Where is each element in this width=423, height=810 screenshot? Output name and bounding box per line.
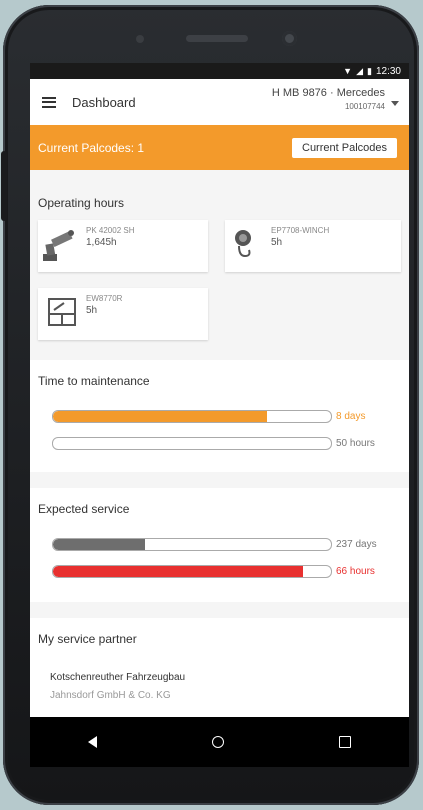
back-icon[interactable]	[87, 736, 97, 748]
device-hours: 5h	[271, 237, 283, 248]
proximity-sensor	[136, 35, 144, 43]
service-partner-name[interactable]: Kotschenreuther Fahrzeugbau	[50, 672, 185, 683]
device-card-winch[interactable]: EP7708-WINCH 5h	[225, 220, 401, 272]
device-card-control[interactable]: EW8770R 5h	[38, 288, 208, 340]
earpiece-speaker	[186, 35, 248, 42]
service-partner-company: Jahnsdorf GmbH & Co. KG	[50, 690, 171, 701]
vehicle-name: H MB 9876 · Mercedes	[271, 87, 385, 99]
device-hours: 1,645h	[86, 237, 117, 248]
winch-icon	[235, 230, 251, 258]
service-hours-fill	[53, 566, 304, 577]
recent-apps-icon[interactable]	[339, 736, 352, 748]
status-time: 12:30	[375, 65, 401, 77]
maintenance-title: Time to maintenance	[38, 374, 150, 388]
crane-icon	[43, 230, 74, 261]
service-hours-bar	[52, 565, 332, 578]
expected-service-title: Expected service	[38, 502, 130, 516]
device-name: EW8770R	[86, 294, 123, 303]
maintenance-days-fill	[53, 411, 268, 422]
device-name: PK 42002 SH	[86, 226, 135, 235]
status-bar: ▼ ◢ ▮ 12:30	[30, 63, 409, 79]
home-icon[interactable]	[211, 736, 224, 748]
phone-frame: ▼ ◢ ▮ 12:30 Dashboard H MB 9876 · Merced…	[1, 5, 419, 805]
service-days-fill	[53, 539, 145, 550]
palcode-count: Current Palcodes: 1	[38, 140, 145, 155]
maintenance-hours-label: 50 hours	[336, 438, 375, 449]
device-name: EP7708-WINCH	[271, 226, 330, 235]
app-bar: Dashboard H MB 9876 · Mercedes 100107744	[30, 79, 409, 125]
operating-hours-title: Operating hours	[38, 196, 125, 210]
service-hours-label: 66 hours	[336, 566, 375, 577]
dashboard-content: Operating hours PK 42002 SH 1,645h EP770	[30, 170, 409, 767]
maintenance-days-label: 8 days	[336, 411, 366, 422]
expected-service-panel: Expected service 237 days 66 hours	[30, 488, 409, 602]
device-card-crane[interactable]: PK 42002 SH 1,645h	[38, 220, 208, 272]
system-nav-bar	[30, 717, 409, 767]
service-days-label: 237 days	[336, 539, 377, 550]
power-button[interactable]	[1, 151, 7, 221]
vehicle-id: 100107744	[344, 102, 385, 111]
maintenance-hours-bar	[52, 437, 332, 450]
control-panel-icon	[48, 298, 76, 326]
hamburger-menu-icon[interactable]	[42, 96, 56, 108]
front-camera	[282, 31, 297, 46]
device-hours: 5h	[86, 305, 98, 316]
current-palcodes-button[interactable]: Current Palcodes	[292, 137, 397, 158]
wifi-icon: ▼	[343, 66, 353, 76]
battery-icon: ▮	[367, 65, 372, 76]
maintenance-days-bar	[52, 410, 332, 423]
palcode-banner: Current Palcodes: 1 Current Palcodes	[30, 125, 409, 170]
screen: ▼ ◢ ▮ 12:30 Dashboard H MB 9876 · Merced…	[30, 63, 409, 767]
service-partner-title: My service partner	[38, 632, 137, 646]
maintenance-panel: Time to maintenance 8 days 50 hours	[30, 360, 409, 472]
page-title: Dashboard	[72, 94, 136, 110]
signal-icon: ◢	[356, 65, 364, 76]
chevron-down-icon[interactable]	[391, 101, 399, 106]
service-days-bar	[52, 538, 332, 551]
vehicle-selector[interactable]: H MB 9876 · Mercedes 100107744	[272, 87, 385, 111]
